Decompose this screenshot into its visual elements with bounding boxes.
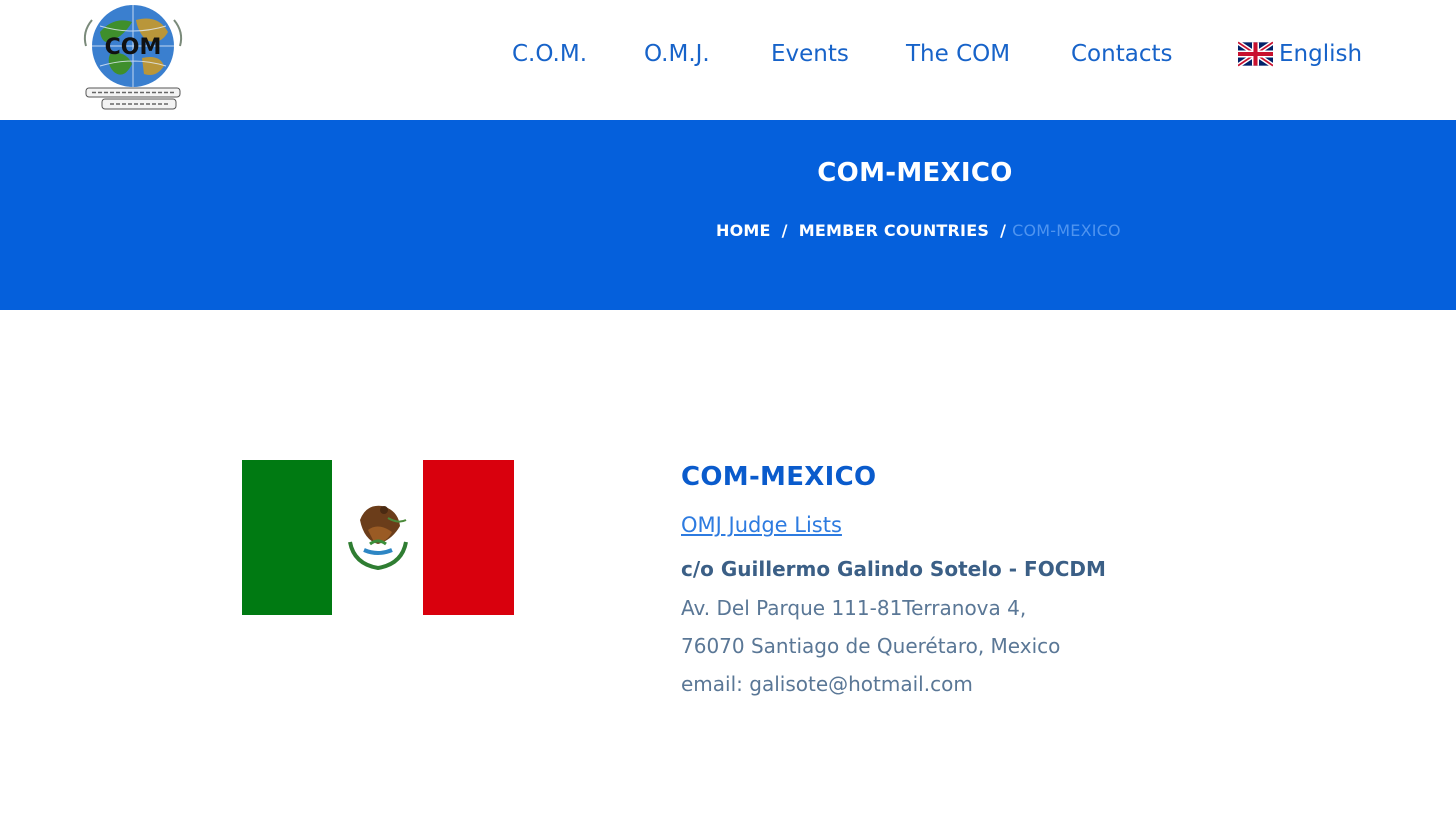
country-info: COM-MEXICO OMJ Judge Lists c/o Guillermo… — [681, 460, 1321, 703]
breadcrumb-current: COM-MEXICO — [1012, 220, 1121, 240]
main-nav: C.O.M. O.M.J. Events The COM Contacts En… — [0, 36, 1456, 72]
language-label: English — [1279, 41, 1363, 67]
nav-item-com[interactable]: C.O.M. — [512, 36, 587, 72]
nav-item-events[interactable]: Events — [771, 36, 849, 72]
address-line-2: 76070 Santiago de Querétaro, Mexico — [681, 634, 1061, 658]
mexico-flag-icon — [242, 460, 514, 615]
nav-item-omj[interactable]: O.M.J. — [644, 36, 710, 72]
address-line-1: Av. Del Parque 111-81Terranova 4, — [681, 596, 1027, 620]
language-switcher[interactable]: English — [1238, 36, 1362, 72]
breadcrumb-separator: / — [781, 220, 788, 240]
page-banner: COM-MEXICO HOME / MEMBER COUNTRIES / COM… — [0, 120, 1456, 310]
breadcrumb-home[interactable]: HOME — [716, 221, 771, 240]
nav-item-contacts[interactable]: Contacts — [1071, 36, 1172, 72]
page-title: COM-MEXICO — [817, 158, 1013, 188]
breadcrumb-member-countries[interactable]: MEMBER COUNTRIES — [799, 221, 989, 240]
nav-item-the-com[interactable]: The COM — [906, 36, 1010, 72]
uk-flag-icon — [1238, 41, 1273, 67]
contact-name: c/o Guillermo Galindo Sotelo - FOCDM — [681, 557, 1106, 581]
country-title: COM-MEXICO — [681, 462, 877, 492]
breadcrumb: HOME / MEMBER COUNTRIES / COM-MEXICO — [716, 218, 1121, 242]
email-line: email: galisote@hotmail.com — [681, 672, 973, 696]
site-header: COM C.O.M. O.M.J. Events The COM Contact… — [0, 0, 1456, 120]
breadcrumb-separator: / — [1000, 220, 1007, 240]
omj-judge-lists-link[interactable]: OMJ Judge Lists — [681, 513, 842, 537]
